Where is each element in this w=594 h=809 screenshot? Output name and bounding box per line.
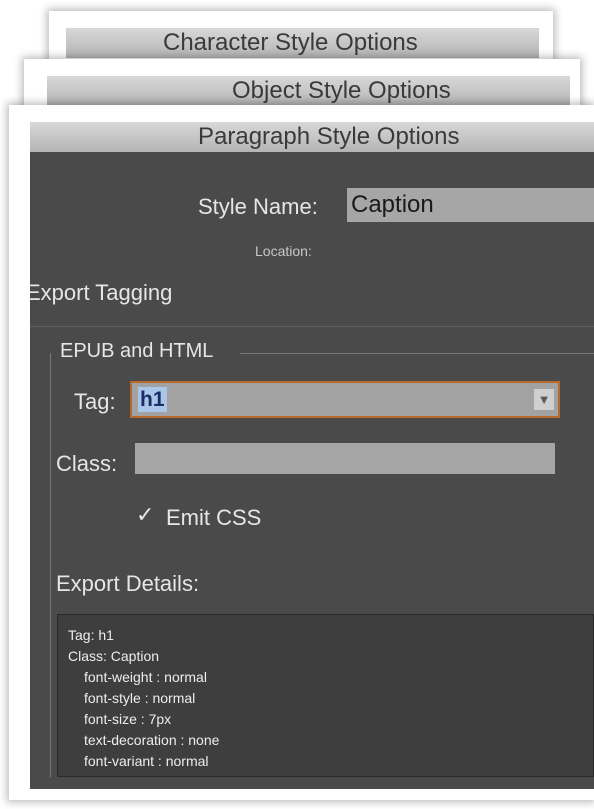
section-title-export-tagging: Export Tagging xyxy=(30,280,173,305)
paragraph-style-options-title-bar[interactable]: Paragraph Style Options xyxy=(30,122,594,152)
group-border-top xyxy=(240,353,594,354)
tag-label: Tag: xyxy=(74,389,116,414)
tag-selected-value: h1 xyxy=(138,387,167,412)
tag-select[interactable]: h1 ▼ xyxy=(130,381,560,418)
paragraph-style-options-title: Paragraph Style Options xyxy=(198,123,460,150)
location-label: Location: xyxy=(255,243,312,259)
class-label: Class: xyxy=(56,451,118,476)
export-details-line: font-variant : normal xyxy=(84,753,209,769)
export-details-line: font-size : 7px xyxy=(84,711,172,727)
chevron-down-icon[interactable]: ▼ xyxy=(534,389,554,410)
character-style-options-title-bar[interactable]: Character Style Options xyxy=(66,28,539,58)
export-details-box: Tag: h1 Class: Caption font-weight : nor… xyxy=(57,614,594,777)
export-details-line: font-weight : normal xyxy=(84,669,207,685)
dialog-content-panel: Style Name: Caption Location: Export Tag… xyxy=(30,152,594,789)
object-style-options-title: Object Style Options xyxy=(232,77,451,104)
export-details-line: Tag: h1 xyxy=(68,627,114,643)
emit-css-label[interactable]: Emit CSS xyxy=(166,505,261,531)
paragraph-style-options-dialog: Paragraph Style Options Style Name: Capt… xyxy=(9,105,594,800)
epub-html-group-label: EPUB and HTML xyxy=(56,340,218,363)
style-name-label: Style Name: xyxy=(198,194,318,219)
group-border-left xyxy=(50,353,51,777)
export-details-line: text-decoration : none xyxy=(84,732,220,748)
export-details-line: Class: Caption xyxy=(68,648,160,664)
emit-css-checkbox[interactable]: ✓ xyxy=(136,502,154,528)
class-input[interactable] xyxy=(135,443,555,474)
object-style-options-title-bar[interactable]: Object Style Options xyxy=(47,76,570,106)
divider xyxy=(30,326,594,327)
character-style-options-title: Character Style Options xyxy=(163,29,418,56)
export-details-line: font-style : normal xyxy=(84,690,196,706)
export-details-label: Export Details: xyxy=(56,571,200,596)
style-name-input[interactable]: Caption xyxy=(347,188,594,222)
